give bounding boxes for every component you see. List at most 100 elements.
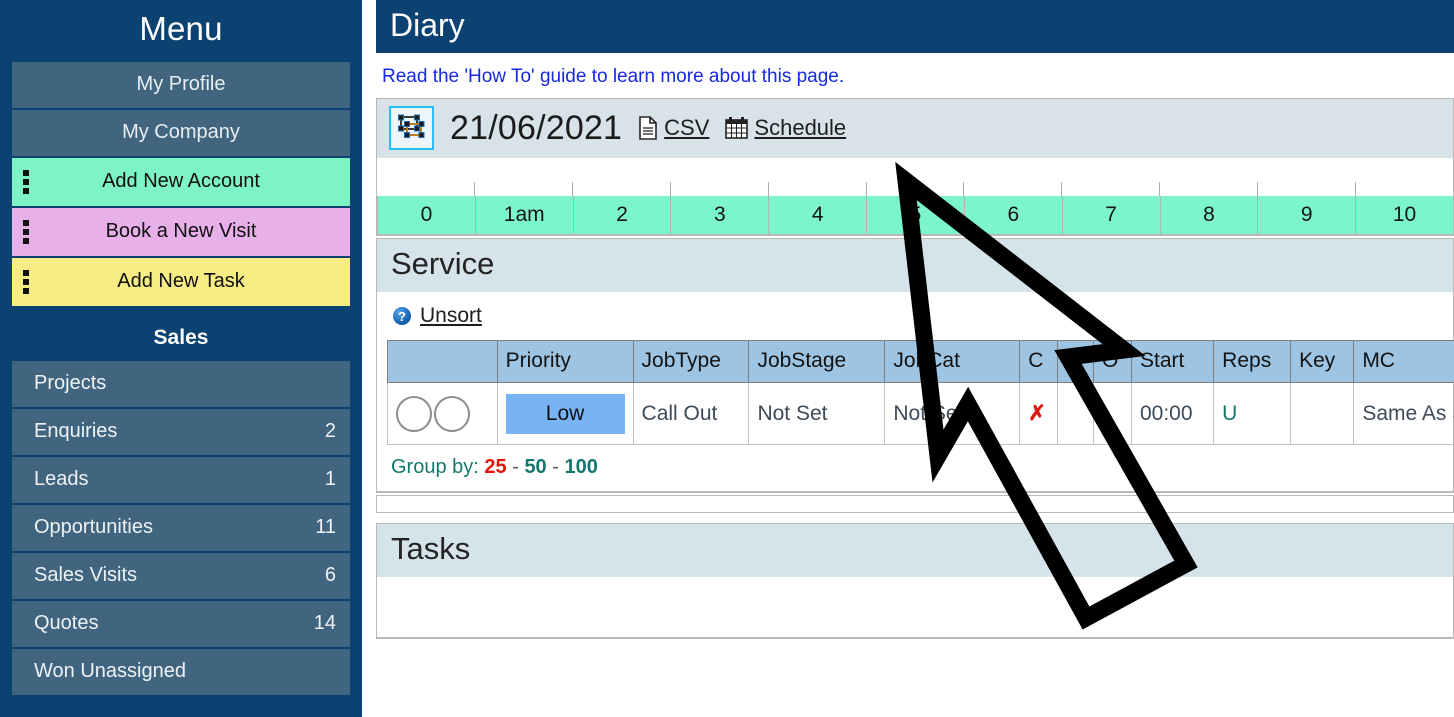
page-title: Diary [376, 0, 1454, 53]
sidebar-item-label: Leads [34, 468, 89, 490]
sidebar-item-label: My Profile [136, 73, 226, 95]
cell-reps: U [1213, 382, 1292, 445]
column-header-jobstage[interactable]: JobStage [748, 340, 886, 383]
unsort-link[interactable]: Unsort [420, 304, 482, 328]
column-header-o[interactable]: O [1093, 340, 1132, 383]
add-new-account-button[interactable]: Add New Account [12, 158, 350, 206]
sidebar-item-label: Won Unassigned [34, 660, 186, 682]
sidebar-item-label: Opportunities [34, 516, 153, 538]
select-transform-glyph [397, 114, 424, 138]
sidebar-nav-list: Projects Enquiries 2 Leads 1 Opportuniti… [12, 361, 350, 695]
sidebar-item-enquiries[interactable]: Enquiries 2 [12, 409, 350, 455]
cell-c: ✗ [1019, 382, 1059, 445]
hour-cell[interactable]: 2 [572, 196, 671, 234]
schedule-link[interactable]: Schedule [725, 115, 846, 141]
sidebar-item-opportunities[interactable]: Opportunities 11 [12, 505, 350, 551]
sidebar-item-sales-visits[interactable]: Sales Visits 6 [12, 553, 350, 599]
sidebar-item-count: 14 [313, 612, 336, 634]
cross-icon: ✗ [1028, 402, 1046, 425]
hour-cell[interactable]: 3 [670, 196, 768, 234]
sidebar-item-label: Quotes [34, 612, 99, 634]
row-selectors-cell [387, 382, 498, 445]
cell-start: 00:00 [1130, 382, 1215, 445]
how-to-guide-link[interactable]: Read the 'How To' guide to learn more ab… [376, 53, 1454, 98]
diary-toolbar-panel: 21/06/2021 CSV Schedule 0 1am 2 3 4 5 6 … [376, 98, 1454, 236]
sidebar-item-my-profile[interactable]: My Profile [12, 62, 350, 108]
group-by-label: Group by: [391, 456, 479, 478]
sidebar-item-count: 6 [324, 564, 336, 586]
sidebar-item-won-unassigned[interactable]: Won Unassigned [12, 649, 350, 695]
hour-ruler-row: 0 1am 2 3 4 5 6 7 8 9 10 [377, 182, 1453, 234]
reps-value: U [1222, 401, 1238, 425]
select-transform-icon[interactable] [389, 106, 434, 150]
cell-key [1290, 382, 1355, 445]
group-by-option-100[interactable]: 100 [564, 456, 597, 478]
group-by-separator: - [512, 456, 519, 478]
sidebar: Menu My Profile My Company Add New Accou… [0, 0, 362, 717]
cell-o [1093, 382, 1132, 445]
hour-cell[interactable]: 8 [1159, 196, 1258, 234]
question-mark-icon[interactable]: ? [393, 307, 411, 325]
cell-jobtype: Call Out [632, 382, 750, 445]
cell-jobstage: Not Set [748, 382, 886, 445]
main-content: Diary Read the 'How To' guide to learn m… [362, 0, 1454, 717]
column-header-start[interactable]: Start [1130, 340, 1215, 383]
sidebar-item-label: Enquiries [34, 420, 118, 442]
hour-cell[interactable]: 5 [866, 196, 964, 234]
tasks-section-heading: Tasks [377, 524, 1453, 577]
group-by-option-50[interactable]: 50 [524, 456, 546, 478]
group-by-row: Group by: 25 - 50 - 100 [377, 445, 1453, 491]
hour-cell[interactable]: 6 [963, 196, 1062, 234]
cell-priority: Low [496, 382, 634, 445]
two-circles-toggle[interactable] [396, 395, 489, 432]
csv-link-label: CSV [664, 115, 710, 140]
sidebar-plain-list: My Profile My Company [12, 62, 350, 156]
hour-ruler: 0 1am 2 3 4 5 6 7 8 9 10 [377, 158, 1453, 234]
column-header-c[interactable]: C [1019, 340, 1059, 383]
group-by-option-25[interactable]: 25 [484, 456, 506, 478]
column-header-reps[interactable]: Reps [1213, 340, 1292, 383]
column-header-f[interactable]: F [1057, 340, 1095, 383]
csv-export-link[interactable]: CSV [638, 115, 709, 141]
tasks-body [377, 577, 1453, 637]
unsort-row: ? Unsort [377, 292, 1453, 340]
tasks-panel: Tasks [376, 523, 1454, 639]
priority-badge[interactable]: Low [505, 393, 625, 434]
group-by-separator: - [552, 456, 559, 478]
column-header-key[interactable]: Key [1290, 340, 1355, 383]
vertical-dots-icon [23, 170, 29, 194]
hour-ruler-ticks [377, 182, 1453, 196]
sidebar-group-title-sales: Sales [153, 326, 209, 349]
service-table: Priority JobType JobStage JobCat C F O S… [387, 340, 1454, 445]
service-table-header-row: Priority JobType JobStage JobCat C F O S… [387, 340, 1454, 383]
action-button-label: Book a New Visit [105, 220, 257, 242]
sidebar-item-projects[interactable]: Projects [12, 361, 350, 407]
hour-cell[interactable]: 9 [1257, 196, 1355, 234]
hour-cell[interactable]: 1am [474, 196, 573, 234]
table-row[interactable]: Low Call Out Not Set Not Set ✗ 00:00 U S… [387, 382, 1454, 445]
column-header-mc[interactable]: MC [1353, 340, 1454, 383]
column-header-priority[interactable]: Priority [496, 340, 634, 383]
sidebar-item-count: 1 [324, 468, 336, 490]
sidebar-item-quotes[interactable]: Quotes 14 [12, 601, 350, 647]
sidebar-item-my-company[interactable]: My Company [12, 110, 350, 156]
cell-mc: Same As Site [1353, 382, 1454, 445]
hour-cell[interactable]: 7 [1061, 196, 1160, 234]
menu-title: Menu [139, 10, 223, 47]
hour-cell[interactable]: 0 [377, 196, 475, 234]
sidebar-item-count: 2 [324, 420, 336, 442]
column-header-select[interactable] [387, 340, 498, 383]
service-section-heading: Service [377, 239, 1453, 292]
hour-cell[interactable]: 10 [1355, 196, 1453, 234]
hour-cell[interactable]: 4 [768, 196, 866, 234]
sidebar-item-leads[interactable]: Leads 1 [12, 457, 350, 503]
cell-f [1057, 382, 1095, 445]
book-a-new-visit-button[interactable]: Book a New Visit [12, 208, 350, 256]
column-header-jobtype[interactable]: JobType [632, 340, 750, 383]
column-header-jobcat[interactable]: JobCat [884, 340, 1021, 383]
diary-date-value[interactable]: 21/06/2021 [450, 109, 622, 148]
add-new-task-button[interactable]: Add New Task [12, 258, 350, 306]
sidebar-item-count: 11 [315, 516, 336, 538]
service-panel-footer [376, 495, 1454, 513]
sidebar-item-label: Sales Visits [34, 564, 138, 586]
